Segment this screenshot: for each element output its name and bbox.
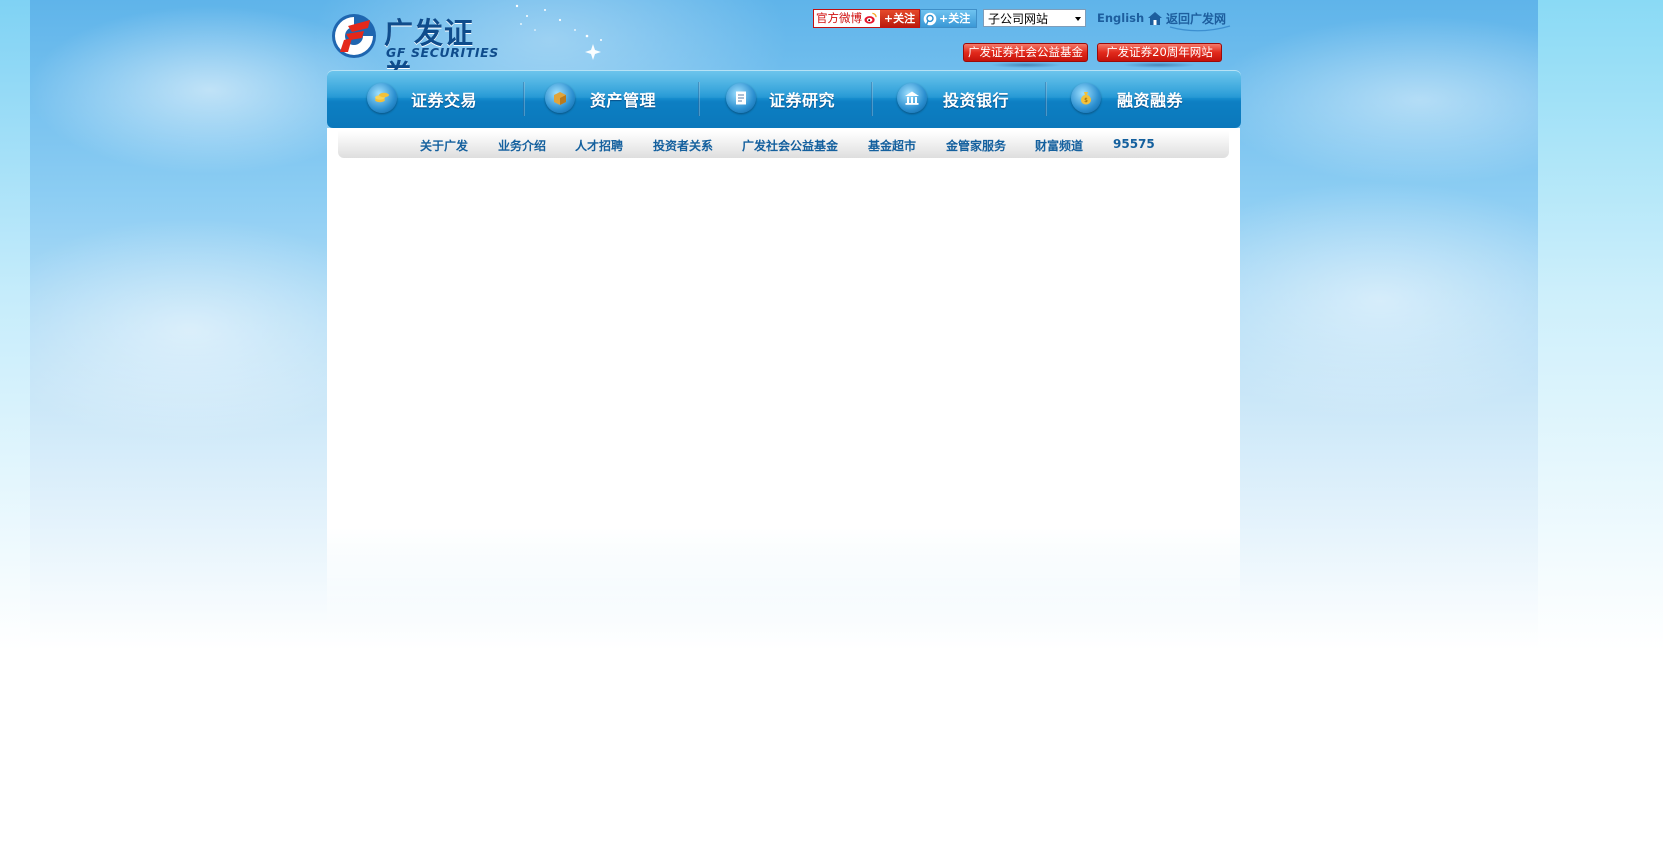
sky-edge-left xyxy=(0,0,30,650)
sina-weibo-icon xyxy=(864,12,877,24)
main-nav-securities-trading[interactable]: 证券交易 xyxy=(367,70,517,128)
nav-label: 投资银行 xyxy=(943,91,1010,110)
sina-weibo-follow-button[interactable]: 官方微博 +关注 xyxy=(813,9,920,28)
bank-icon xyxy=(897,83,927,113)
sub-nav-fund-supermarket[interactable]: 基金超市 xyxy=(868,137,916,154)
gf-logo[interactable]: 广发证券 GF SECURITIES xyxy=(330,12,500,92)
sub-nav-wealth-channel[interactable]: 财富频道 xyxy=(1035,137,1083,154)
sub-nav-business[interactable]: 业务介绍 xyxy=(498,137,546,154)
sub-nav-investor-relations[interactable]: 投资者关系 xyxy=(653,137,713,154)
button-shadow xyxy=(1122,62,1196,68)
main-nav-investment-banking[interactable]: 投资银行 xyxy=(897,70,1047,128)
sub-nav-hotline[interactable]: 95575 xyxy=(1113,137,1155,151)
money-bag-icon: $ xyxy=(1071,83,1101,113)
sparkle-decoration xyxy=(515,4,602,60)
logo-english-name: GF SECURITIES xyxy=(386,45,499,60)
weibo-follow-label: +关注 xyxy=(880,10,919,27)
charity-fund-button[interactable]: 广发证券社会公益基金 xyxy=(963,43,1088,62)
nav-label: 证券交易 xyxy=(411,91,478,110)
nav-divider xyxy=(523,82,525,116)
main-nav-securities-research[interactable]: 证券研究 xyxy=(726,70,876,128)
main-nav-asset-management[interactable]: 资产管理 xyxy=(545,70,695,128)
tencent-weibo-follow-label: +关注 xyxy=(939,12,971,25)
nav-divider xyxy=(698,82,700,116)
sub-nav-about[interactable]: 关于广发 xyxy=(420,137,468,154)
subsite-select-value: 子公司网站 xyxy=(988,12,1049,26)
return-home-link[interactable]: 返回广发网 xyxy=(1147,9,1232,33)
content-panel xyxy=(327,128,1240,628)
sub-nav-steward-service[interactable]: 金管家服务 xyxy=(946,137,1006,154)
coins-icon xyxy=(367,83,397,113)
home-icon xyxy=(1148,12,1162,25)
nav-label: 融资融券 xyxy=(1117,91,1184,110)
chevron-down-icon xyxy=(1075,17,1081,21)
box-icon xyxy=(545,83,575,113)
tencent-weibo-icon xyxy=(923,12,937,25)
sub-nav-charity-fund[interactable]: 广发社会公益基金 xyxy=(742,137,838,154)
tencent-weibo-follow-button[interactable]: +关注 xyxy=(920,9,977,28)
gf-logo-icon xyxy=(332,14,376,58)
sky-edge-right xyxy=(1538,0,1663,650)
sub-nav-careers[interactable]: 人才招聘 xyxy=(575,137,623,154)
document-icon xyxy=(726,83,756,113)
anniversary-site-button[interactable]: 广发证券20周年网站 xyxy=(1097,43,1222,62)
nav-label: 证券研究 xyxy=(769,91,836,110)
weibo-label: 官方微博 xyxy=(816,11,862,25)
nav-label: 资产管理 xyxy=(590,91,657,110)
subsite-select[interactable]: 子公司网站 xyxy=(983,9,1086,27)
button-shadow xyxy=(990,62,1062,68)
nav-divider xyxy=(871,82,873,116)
english-link[interactable]: English xyxy=(1097,11,1144,25)
main-nav-margin-trading[interactable]: $ 融资融券 xyxy=(1071,70,1221,128)
nav-divider xyxy=(1045,82,1047,116)
swoosh-decoration xyxy=(1169,25,1231,32)
sub-nav: 关于广发 业务介绍 人才招聘 投资者关系 广发社会公益基金 基金超市 金管家服务… xyxy=(338,131,1229,158)
main-nav: 证券交易 资产管理 证券研究 投资银行 $ 融资融券 xyxy=(327,70,1241,128)
svg-text:$: $ xyxy=(1084,97,1088,104)
